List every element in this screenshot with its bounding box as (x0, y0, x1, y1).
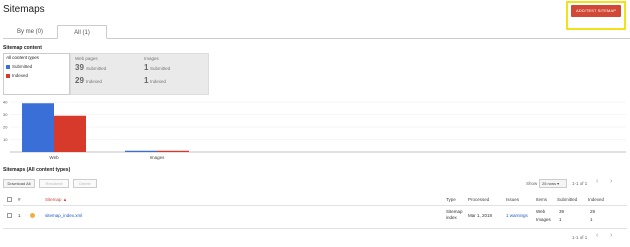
col-indexed-header[interactable]: Indexed (588, 197, 604, 202)
x-tick-label: Web (49, 155, 59, 160)
row-divider (3, 228, 627, 229)
row-processed: Mar 1, 2018 (468, 213, 493, 218)
bar-indexed-web (54, 115, 86, 152)
warning-icon (30, 213, 35, 218)
web-indexed-label: Indexed (86, 79, 103, 84)
sitemap-link[interactable]: sitemap_index.xml (45, 213, 82, 218)
bar-submitted-images (125, 150, 157, 152)
show-label: Show (526, 181, 538, 186)
images-submitted-count: 1 (144, 63, 149, 72)
y-tick-label: 10 (3, 137, 8, 142)
col-type-header[interactable]: Type (446, 197, 456, 202)
rows-select-value: 25 rows (542, 181, 557, 186)
next-page-icon[interactable]: › (610, 178, 612, 185)
web-pages-header: Web pages (75, 56, 98, 61)
row-type-line1: Sitemap (446, 209, 463, 214)
x-tick-label: Images (150, 155, 166, 160)
tab-divider (107, 38, 630, 39)
y-tick-label: 40 (3, 100, 8, 105)
bar-indexed-images (157, 150, 189, 152)
row-type-line2: index (446, 215, 457, 220)
delete-button[interactable]: Delete (73, 179, 97, 188)
row-indexed-images: 1 (590, 217, 593, 222)
next-page-bottom-icon[interactable]: › (610, 232, 612, 239)
select-all-checkbox[interactable] (7, 197, 12, 202)
sitemap-content-chart: 40 30 20 10 Web Images (3, 100, 626, 160)
submitted-legend-label: Submitted (12, 64, 33, 69)
table-row[interactable] (3, 206, 627, 228)
pagination-bottom: 1-1 of 1 (572, 235, 588, 240)
prev-page-bottom-icon[interactable]: ‹ (596, 232, 598, 239)
y-tick-label: 20 (3, 125, 8, 130)
row-submitted-images: 1 (559, 217, 562, 222)
add-test-sitemap-button[interactable]: ADD/TEST SITEMAP (571, 5, 621, 17)
filter-title: All content types (6, 55, 40, 60)
images-indexed-label: Indexed (150, 79, 167, 84)
row-indexed-web: 29 (590, 209, 596, 214)
row-issues-link[interactable]: 1 warnings (506, 213, 528, 218)
col-processed-header[interactable]: Processed (468, 197, 489, 202)
page-title: Sitemaps (3, 4, 45, 15)
row-submitted-web: 39 (559, 209, 565, 214)
row-num: 1 (18, 213, 21, 218)
row-item-web: Web (536, 209, 546, 214)
resubmit-button[interactable]: Resubmit (39, 179, 69, 188)
bar-submitted-web (22, 103, 54, 152)
tab-by-me[interactable]: By me (0) (3, 25, 57, 39)
prev-page-icon[interactable]: ‹ (596, 178, 598, 185)
col-items-header: Items (536, 197, 548, 202)
tab-all[interactable]: All (1) (57, 25, 107, 39)
indexed-legend-swatch (6, 74, 10, 78)
indexed-legend-label: Indexed (12, 73, 29, 78)
web-submitted-label: Submitted (86, 66, 107, 71)
images-submitted-label: Submitted (150, 66, 171, 71)
chevron-down-icon: ▾ (557, 181, 560, 186)
col-num-header: # (18, 197, 21, 202)
sitemaps-table-title: Sitemaps (All content types) (3, 167, 71, 173)
images-header: Images (144, 56, 159, 61)
web-indexed-count: 29 (75, 76, 84, 85)
download-all-button[interactable]: Download All (3, 179, 35, 188)
y-tick-label: 30 (3, 112, 8, 117)
rows-per-page-select[interactable]: 25 rows ▾ (539, 179, 567, 188)
col-sitemap-header[interactable]: Sitemap ▲ (45, 197, 67, 202)
images-indexed-count: 1 (144, 76, 149, 85)
row-checkbox[interactable] (7, 213, 12, 218)
col-submitted-header[interactable]: Submitted (557, 197, 577, 202)
pagination-top: 1-1 of 1 (572, 181, 588, 186)
submitted-legend-swatch (6, 65, 10, 69)
web-submitted-count: 39 (75, 63, 84, 72)
col-issues-header[interactable]: Issues (506, 197, 519, 202)
row-item-images: Images (536, 217, 551, 222)
sitemap-content-title: Sitemap content (3, 45, 42, 51)
